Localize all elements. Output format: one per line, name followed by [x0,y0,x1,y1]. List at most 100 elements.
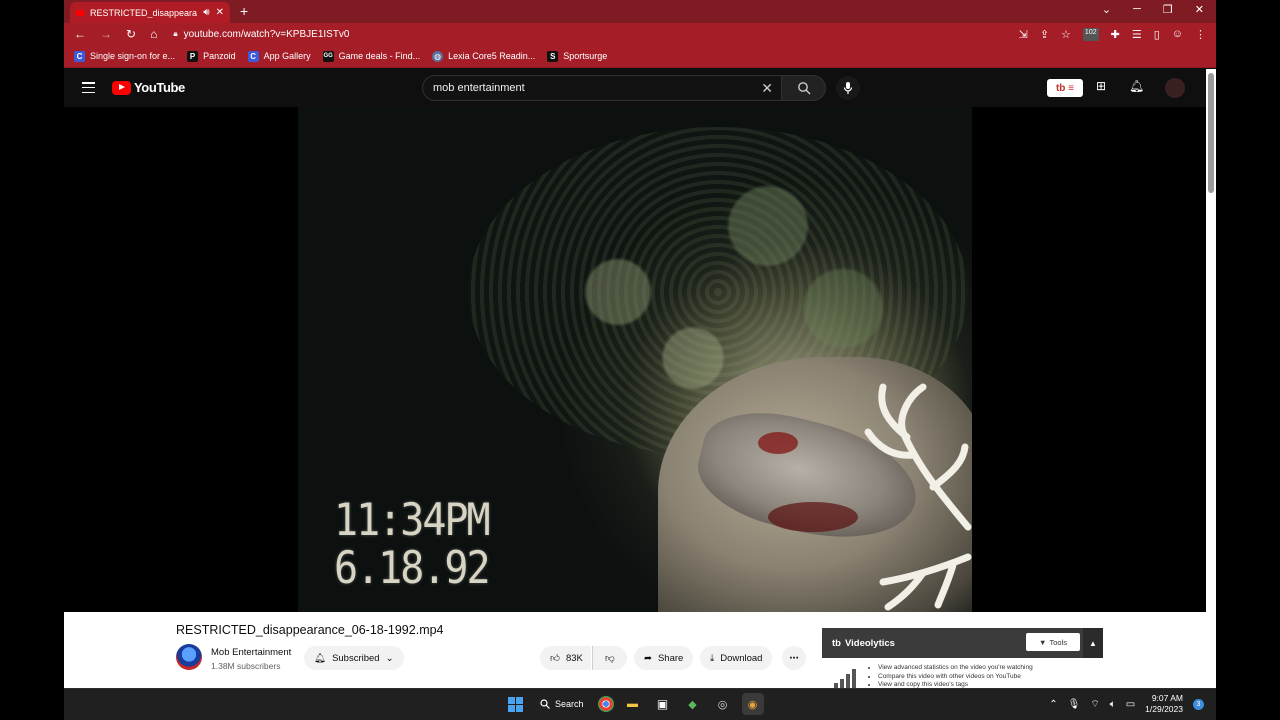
clear-search-icon[interactable]: ✕ [761,80,773,97]
page-scrollbar[interactable] [1206,69,1216,688]
caret-down-icon: ▼ [1039,637,1047,647]
home-icon[interactable]: ⌂ [150,27,157,41]
taskbar-search[interactable]: Search [534,693,590,715]
clock-date: 1/29/2023 [1145,704,1183,714]
chevron-up-icon[interactable]: ⌃ [1049,699,1057,710]
bookmark-item[interactable]: P Panzoid [187,50,236,62]
tab-search-icon[interactable]: ⌄ [1102,3,1111,16]
window-controls: ⌄ ─ ❐ ✕ [1102,3,1204,16]
bookmark-star-icon[interactable]: ☆ [1061,28,1071,41]
thumbs-up-icon: 👍︎ [550,653,560,664]
like-button[interactable]: 👍︎ 83K [540,646,591,670]
file-explorer-icon[interactable]: ▬ [622,693,644,715]
notifications-bell-icon[interactable]: 🔔︎ [1129,79,1144,93]
bar-chart-icon [834,669,856,689]
search-input[interactable] [433,76,753,100]
tubebuddy-button[interactable]: tb ≡ [1047,79,1083,97]
bookmark-label: Game deals - Find... [338,51,421,61]
more-actions-button[interactable]: ⋯ [782,646,806,670]
side-panel-icon[interactable]: ▯ [1154,28,1160,41]
youtube-play-icon [112,80,131,95]
tab-close-icon[interactable]: ✕ [216,7,224,18]
forward-icon[interactable]: → [100,27,112,41]
subscribed-button[interactable]: 🔔︎ Subscribed ⌄ [304,646,404,670]
reading-list-icon[interactable]: ☰ [1132,28,1142,41]
install-icon[interactable]: ⇲ [1019,28,1028,41]
vhs-timestamp: 11:34PM 6.18.92 [334,496,491,593]
create-video-icon[interactable]: ⊞ [1096,79,1106,93]
channel-name[interactable]: Mob Entertainment [211,647,291,658]
bookmark-favicon-icon: S [547,50,559,62]
volume-icon[interactable]: 🔈︎ [1110,699,1116,710]
dislike-button[interactable]: 👎︎ [592,646,627,670]
like-count: 83K [565,652,583,664]
bookmark-favicon-icon: C [247,50,259,62]
bell-icon: 🔔︎ [314,652,327,664]
share-page-icon[interactable]: ⇪ [1040,28,1049,41]
profile-icon[interactable]: ☺ [1172,28,1183,41]
channel-subscriber-count: 1.38M subscribers [211,661,281,671]
bookmark-favicon-icon: ◍ [432,50,444,62]
video-frame[interactable]: 11:34PM 6.18.92 [298,107,972,612]
bookmark-item[interactable]: S Sportsurge [547,50,607,62]
bookmark-item[interactable]: GG Game deals - Find... [322,50,421,62]
url-field[interactable]: youtube.com/watch?v=KPBJE1ISTv0 [184,29,350,40]
lock-icon[interactable]: 🔒︎ [173,29,177,39]
collapse-icon[interactable]: ▲ [1083,628,1103,658]
wifi-icon[interactable]: ⌔ [1090,698,1099,711]
bookmark-label: Lexia Core5 Readin... [448,51,536,61]
tools-label: Tools [1049,637,1067,647]
back-icon[interactable]: ← [74,27,86,41]
windows-taskbar: Search ▬ ▣ ◆ ◎ ◉ ⌃ 🎙︎ ⌔ 🔈︎ ▭ 9:07 AM 1/2… [64,688,1216,720]
share-button[interactable]: ➦ Share [634,646,694,670]
clock[interactable]: 9:07 AM 1/29/2023 [1145,693,1183,715]
bookmark-item[interactable]: ◍ Lexia Core5 Readin... [432,50,536,62]
speaker-icon[interactable]: 🔊︎ [203,7,209,18]
chrome-taskbar-icon[interactable] [597,696,614,712]
extensions-puzzle-icon[interactable]: ✚ [1111,28,1120,41]
chrome-active-icon[interactable]: ◉ [741,693,764,715]
scrollbar-thumb[interactable] [1208,73,1214,193]
account-avatar[interactable] [1165,78,1185,98]
battery-icon[interactable]: ▭ [1126,699,1135,710]
tubebuddy-logo-icon: tb [832,637,841,649]
restore-button[interactable]: ❐ [1163,3,1173,16]
video-details: RESTRICTED_disappearance_06-18-1992.mp4 … [64,612,1206,692]
hamburger-menu-icon[interactable] [82,82,95,93]
voice-search-button[interactable] [836,76,860,100]
browser-menu-icon[interactable]: ⋮ [1195,28,1206,41]
list-item: View advanced statistics on the video yo… [878,664,1033,673]
start-button[interactable] [504,693,526,715]
store-icon[interactable]: ▣ [652,693,674,715]
bookmark-label: Panzoid [203,51,236,61]
new-tab-button[interactable]: + [240,3,248,19]
bookmark-favicon-icon: GG [322,50,334,62]
close-window-button[interactable]: ✕ [1195,3,1204,16]
bookmark-item[interactable]: C Single sign-on for e... [74,50,175,62]
search-button[interactable] [782,75,826,101]
tab-title: RESTRICTED_disappearance [90,7,198,18]
active-tab[interactable]: RESTRICTED_disappearance 🔊︎ ✕ [70,2,230,23]
youtube-logo[interactable]: YouTube [112,80,185,95]
chrome-profile-icon[interactable]: ◎ [712,693,734,715]
microphone-icon [843,82,853,94]
microphone-tray-icon[interactable]: 🎙︎ [1068,699,1081,710]
bookmark-label: App Gallery [263,51,311,61]
bookmark-favicon-icon: C [74,50,85,62]
minimize-button[interactable]: ─ [1133,3,1141,16]
taskbar-search-label: Search [555,699,584,709]
extension-badge-icon[interactable]: 102 [1082,27,1099,41]
videolytics-panel-header[interactable]: tb Videolytics ▼ Tools ▲ [822,628,1103,658]
minecraft-icon[interactable]: ◆ [682,693,704,715]
channel-avatar[interactable] [176,644,202,670]
reload-icon[interactable]: ↻ [126,27,136,41]
taskbar-apps: Search ▬ ▣ ◆ ◎ ◉ [504,693,764,715]
videolytics-feature-list: View advanced statistics on the video yo… [872,664,1033,690]
search-box: ✕ [422,75,782,101]
download-button[interactable]: ⤓ Download [700,646,773,670]
tools-dropdown[interactable]: ▼ Tools [1026,633,1080,651]
notification-badge[interactable]: 3 [1193,698,1204,710]
video-title: RESTRICTED_disappearance_06-18-1992.mp4 [176,623,444,637]
video-player[interactable]: 11:34PM 6.18.92 [64,107,1206,612]
bookmark-item[interactable]: C App Gallery [247,50,311,62]
